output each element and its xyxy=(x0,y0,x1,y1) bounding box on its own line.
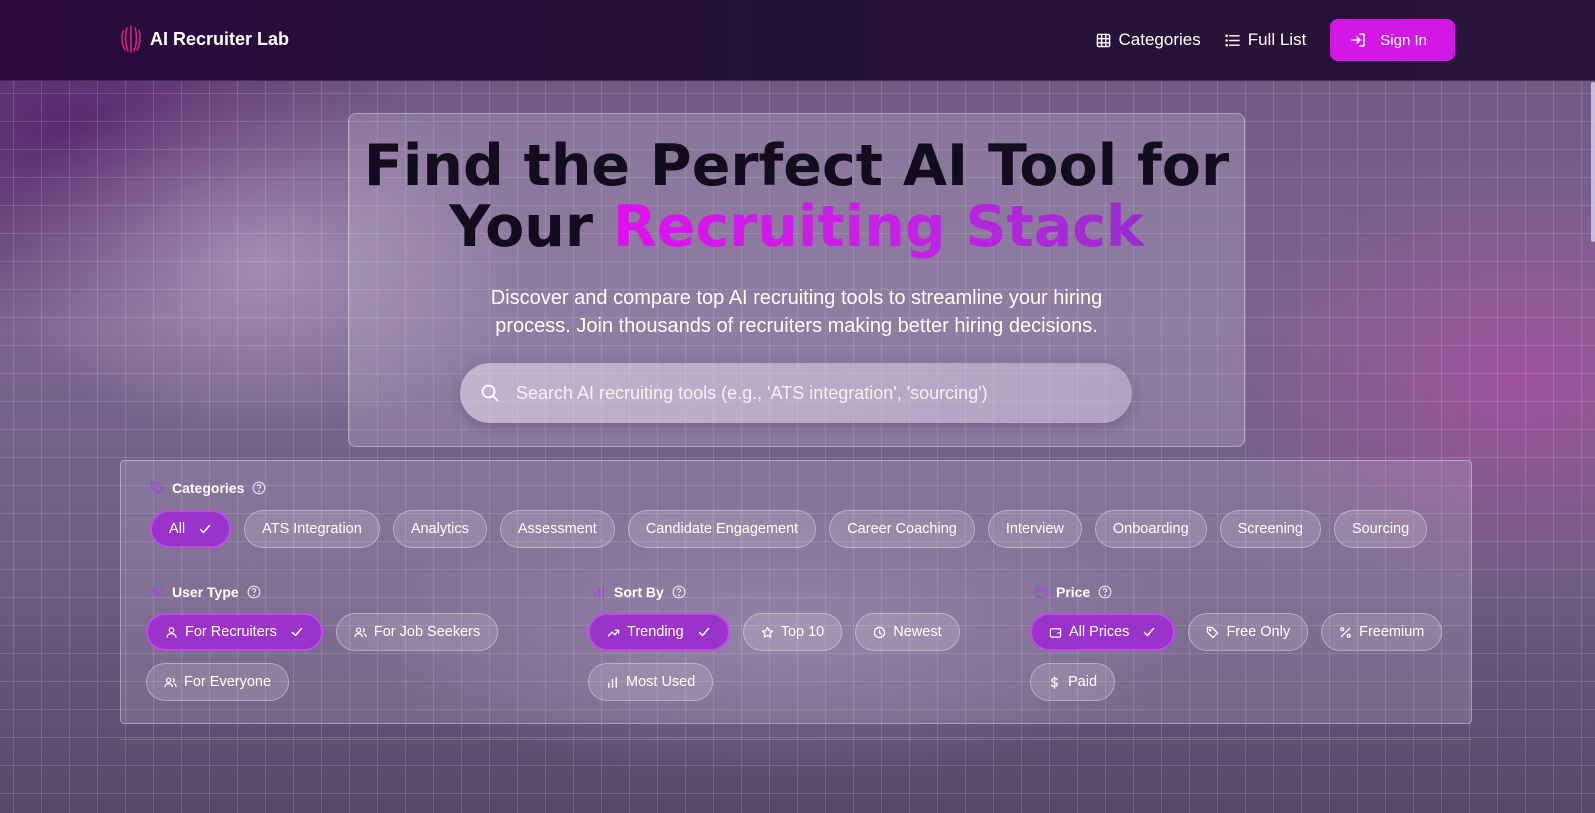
hero-subtitle: Discover and compare top AI recruiting t… xyxy=(490,287,1103,337)
price-chip-paid[interactable]: Paid xyxy=(1030,663,1116,701)
sort-chip-most-used[interactable]: Most Used xyxy=(588,663,714,701)
sign-in-label: Sign In xyxy=(1380,31,1427,49)
price-filter-label: Price xyxy=(1034,584,1112,600)
price-chip-free-only[interactable]: Free Only xyxy=(1188,613,1309,651)
sort-by-chip-row: Trending Top 10 Newest Most Used xyxy=(588,613,1008,701)
categories-chip-row: All ATS Integration Analytics Assessment… xyxy=(150,510,1470,548)
wallet-icon xyxy=(1049,627,1062,638)
tag-icon xyxy=(1207,626,1219,638)
star-icon xyxy=(761,626,773,638)
nav-link-label: Full List xyxy=(1247,30,1307,49)
sign-in-icon xyxy=(1351,33,1366,47)
check-icon xyxy=(199,524,211,534)
user-type-chip-job-seekers[interactable]: For Job Seekers xyxy=(335,613,499,651)
sort-chip-trending[interactable]: Trending xyxy=(588,613,730,651)
search-input[interactable] xyxy=(516,382,1076,404)
category-chip-onboarding[interactable]: Onboarding xyxy=(1094,510,1207,548)
section-divider xyxy=(120,739,1472,740)
price-chip-all-prices[interactable]: All Prices xyxy=(1030,613,1176,651)
top-navbar: AI Recruiter Lab Categories Full List Si… xyxy=(0,0,1595,81)
price-chip-freemium[interactable]: Freemium xyxy=(1321,613,1443,651)
user-icon xyxy=(166,626,177,638)
brand-name: AI Recruiter Lab xyxy=(150,28,290,49)
category-chip-all[interactable]: All xyxy=(150,510,232,548)
nav-link-categories[interactable]: Categories xyxy=(1096,30,1201,50)
search-bar[interactable] xyxy=(460,363,1132,423)
nav-link-full-list[interactable]: Full List xyxy=(1225,30,1307,50)
bar-chart-icon xyxy=(594,586,604,598)
check-icon xyxy=(291,627,303,637)
hero-card: Find the Perfect AI Tool for Your Recrui… xyxy=(348,113,1245,447)
user-type-filter-label: User Type xyxy=(150,584,261,600)
page-scrollbar[interactable] xyxy=(1591,82,1595,242)
category-chip-career-coaching[interactable]: Career Coaching xyxy=(829,510,975,548)
categories-filter-label: Categories xyxy=(150,480,266,496)
tag-icon xyxy=(150,481,164,495)
nav-links: Categories Full List Sign In xyxy=(1096,19,1455,61)
users-icon xyxy=(354,626,367,637)
help-icon[interactable] xyxy=(252,481,266,495)
category-chip-sourcing[interactable]: Sourcing xyxy=(1333,510,1428,548)
search-icon xyxy=(481,384,499,402)
filter-panel: Categories All ATS Integration Analytics… xyxy=(120,460,1472,724)
hero-title: Find the Perfect AI Tool for Your Recrui… xyxy=(349,136,1244,258)
user-type-chip-everyone[interactable]: For Everyone xyxy=(146,663,290,701)
grid-icon xyxy=(1096,33,1110,47)
category-chip-candidate-engagement[interactable]: Candidate Engagement xyxy=(627,510,817,548)
hero-title-line1: Find the Perfect AI Tool for xyxy=(363,133,1230,199)
users-icon xyxy=(150,586,164,598)
check-icon xyxy=(698,627,709,637)
wallet-icon xyxy=(1034,587,1048,598)
bar-chart-icon xyxy=(608,676,617,688)
category-chip-screening[interactable]: Screening xyxy=(1219,510,1321,548)
category-chip-assessment[interactable]: Assessment xyxy=(499,510,615,548)
user-type-chip-recruiters[interactable]: For Recruiters xyxy=(146,613,323,651)
sort-chip-top-10[interactable]: Top 10 xyxy=(742,613,843,651)
users-icon xyxy=(164,676,177,687)
list-icon xyxy=(1225,34,1240,46)
fingerprint-logo-icon xyxy=(121,25,141,53)
help-icon[interactable] xyxy=(247,585,261,599)
hero-title-accent: Recruiting Stack xyxy=(612,194,1144,260)
user-type-chip-row: For Recruiters For Job Seekers For Every… xyxy=(146,613,566,701)
help-icon[interactable] xyxy=(672,585,686,599)
sign-in-button[interactable]: Sign In xyxy=(1330,19,1455,61)
sort-by-filter-label: Sort By xyxy=(592,584,686,600)
category-chip-interview[interactable]: Interview xyxy=(987,510,1082,548)
help-icon[interactable] xyxy=(1098,585,1112,599)
trending-up-icon xyxy=(607,629,620,636)
hero-title-line2-plain: Your xyxy=(449,194,613,260)
percent-icon xyxy=(1340,626,1351,638)
check-icon xyxy=(1144,627,1155,637)
nav-link-label: Categories xyxy=(1118,30,1201,49)
sort-chip-newest[interactable]: Newest xyxy=(855,613,960,651)
category-chip-analytics[interactable]: Analytics xyxy=(392,510,487,548)
dollar-icon xyxy=(1050,675,1058,689)
price-chip-row: All Prices Free Only Freemium Paid xyxy=(1030,613,1450,701)
clock-icon xyxy=(874,626,886,638)
category-chip-ats-integration[interactable]: ATS Integration xyxy=(244,510,380,548)
brand[interactable]: AI Recruiter Lab xyxy=(120,24,289,54)
